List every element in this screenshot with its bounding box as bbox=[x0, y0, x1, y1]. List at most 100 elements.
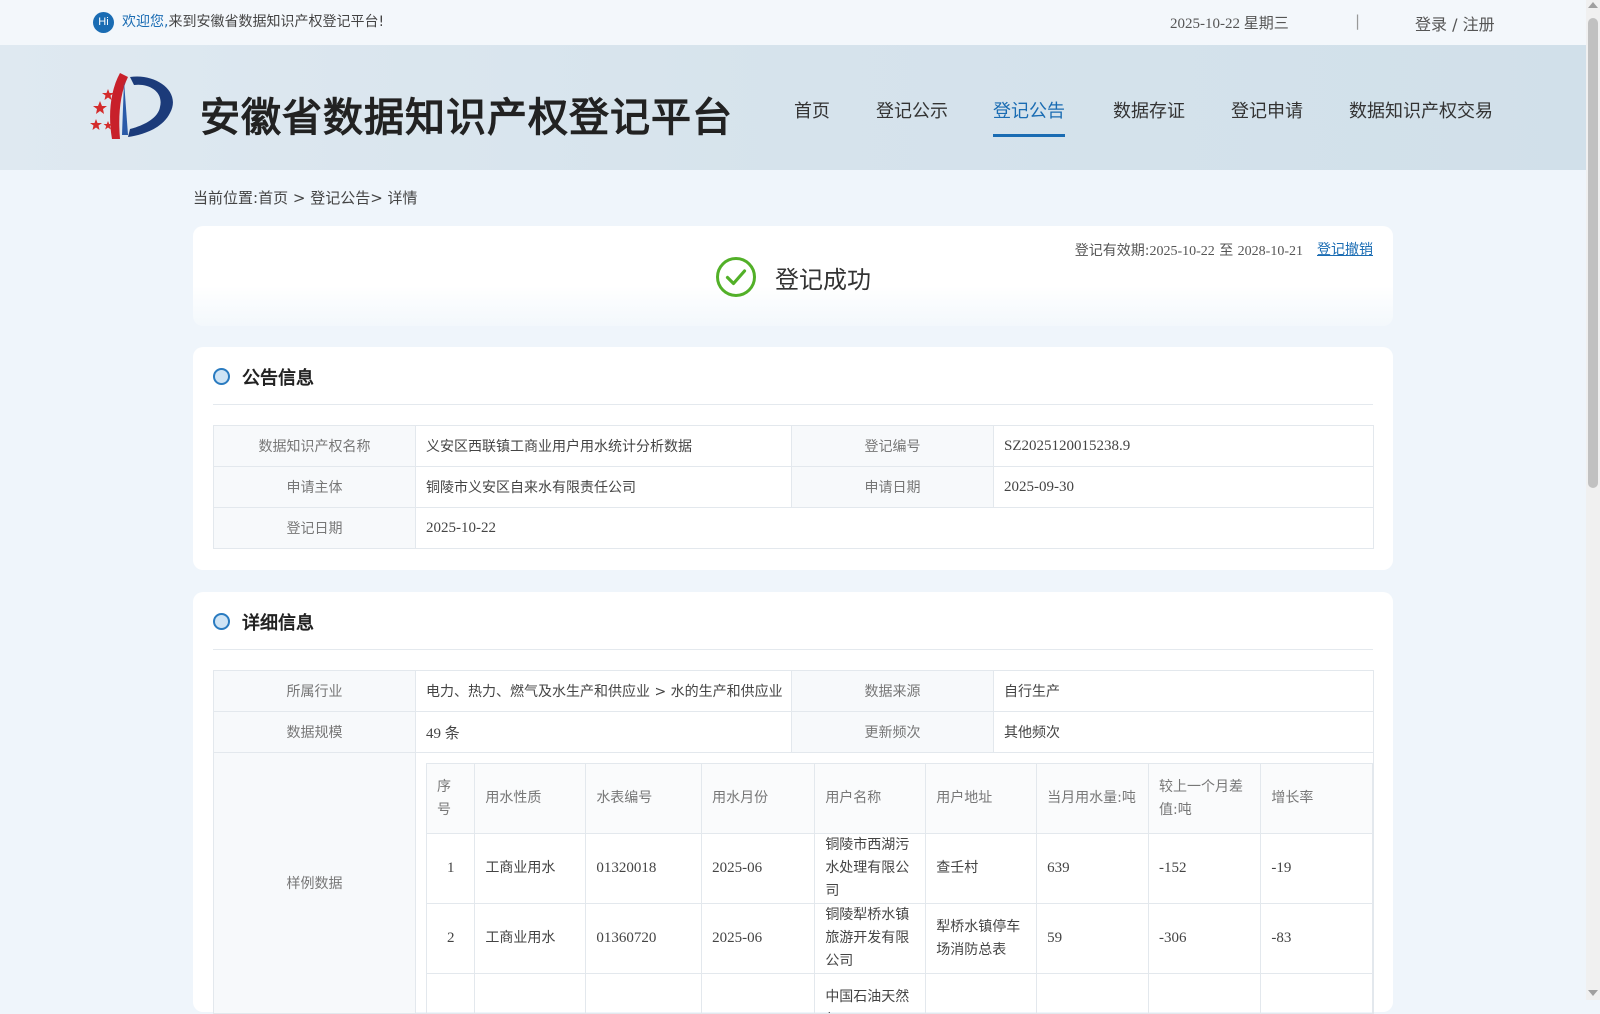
reg-no-label: 登记编号 bbox=[791, 425, 994, 467]
sample-cell bbox=[701, 973, 816, 1013]
breadcrumb-current: 详情 bbox=[387, 189, 418, 207]
register-link[interactable]: 注册 bbox=[1463, 15, 1495, 34]
sample-cell bbox=[1260, 973, 1373, 1013]
top-bar: Hi 欢迎您,来到安徽省数据知识产权登记平台! 2025-10-22 星期三 |… bbox=[0, 0, 1586, 45]
sample-cell: 2025-06 bbox=[701, 833, 816, 904]
sample-data-table: 序号 用水性质 水表编号 用水月份 用户名称 用户地址 当月用水量:吨 较上一个… bbox=[425, 763, 1373, 1013]
hi-icon: Hi bbox=[93, 12, 114, 33]
reg-date-label: 登记日期 bbox=[213, 507, 416, 549]
table-row: 数据知识产权名称 义安区西联镇工商业用户用水统计分析数据 登记编号 SZ2025… bbox=[213, 425, 1374, 467]
scroll-up-arrow-icon[interactable] bbox=[1588, 2, 1598, 8]
sample-cell bbox=[474, 973, 587, 1013]
nav-registration-publicity[interactable]: 登记公示 bbox=[876, 97, 948, 123]
sample-cell bbox=[585, 973, 703, 1013]
sample-data-cell: 序号 用水性质 水表编号 用水月份 用户名称 用户地址 当月用水量:吨 较上一个… bbox=[415, 752, 1374, 1014]
sample-cell: 铜陵市西湖污水处理有限公司 bbox=[814, 833, 927, 904]
nav-ip-trading[interactable]: 数据知识产权交易 bbox=[1349, 97, 1493, 123]
nav-active-indicator bbox=[993, 134, 1065, 137]
page-scrollbar[interactable] bbox=[1586, 0, 1600, 1000]
sample-cell: 2025-06 bbox=[701, 903, 816, 974]
sample-cell: 639 bbox=[1036, 833, 1149, 904]
detail-table: 所属行业 电力、热力、燃气及水生产和供应业 > 水的生产和供应业 数据来源 自行… bbox=[213, 670, 1374, 1014]
sample-cell: 2 bbox=[425, 903, 476, 974]
welcome-highlight: 欢迎您, bbox=[122, 14, 169, 30]
industry-value: 电力、热力、燃气及水生产和供应业 > 水的生产和供应业 bbox=[415, 670, 792, 712]
sample-header-cell: 水表编号 bbox=[585, 763, 703, 834]
sample-cell: -152 bbox=[1147, 833, 1262, 904]
reg-no-value: SZ2025120015238.9 bbox=[993, 425, 1374, 467]
sample-header-cell: 较上一个月差值:吨 bbox=[1147, 763, 1262, 834]
sample-row: 2 工商业用水 01360720 2025-06 铜陵犁桥水镇旅游开发有限公司 … bbox=[425, 903, 1373, 974]
breadcrumb-separator: > bbox=[288, 189, 311, 207]
sample-cell: 中国石油天然气 bbox=[814, 973, 927, 1013]
apply-date-label: 申请日期 bbox=[791, 466, 994, 508]
current-date: 2025-10-22 星期三 bbox=[1170, 16, 1289, 32]
sample-cell bbox=[1147, 973, 1262, 1013]
sample-cell: 工商业用水 bbox=[474, 903, 587, 974]
nav-home[interactable]: 首页 bbox=[794, 97, 830, 123]
announcement-section: 公告信息 数据知识产权名称 义安区西联镇工商业用户用水统计分析数据 登记编号 S… bbox=[193, 347, 1393, 570]
source-value: 自行生产 bbox=[993, 670, 1374, 712]
section-title: 详细信息 bbox=[242, 613, 314, 634]
sample-header-cell: 用户名称 bbox=[814, 763, 927, 834]
applicant-value: 铜陵市义安区自来水有限责任公司 bbox=[415, 466, 792, 508]
nav-registration-announcement[interactable]: 登记公告 bbox=[993, 97, 1065, 123]
sample-cell: 01320018 bbox=[585, 833, 703, 904]
sample-header-cell: 序号 bbox=[425, 763, 476, 834]
source-label: 数据来源 bbox=[791, 670, 994, 712]
nav-data-evidence[interactable]: 数据存证 bbox=[1113, 97, 1185, 123]
sample-cell bbox=[925, 973, 1038, 1013]
sample-cell: 犁桥水镇停车场消防总表 bbox=[925, 903, 1038, 974]
table-row: 申请主体 铜陵市义安区自来水有限责任公司 申请日期 2025-09-30 bbox=[213, 466, 1374, 508]
sample-header-row: 序号 用水性质 水表编号 用水月份 用户名称 用户地址 当月用水量:吨 较上一个… bbox=[425, 763, 1373, 834]
welcome-text: 来到安徽省数据知识产权登记平台! bbox=[168, 14, 385, 30]
applicant-label: 申请主体 bbox=[213, 466, 416, 508]
auth-separator: / bbox=[1447, 15, 1463, 34]
welcome-message: 欢迎您,来到安徽省数据知识产权登记平台! bbox=[122, 12, 384, 32]
login-link[interactable]: 登录 bbox=[1415, 15, 1447, 34]
sample-cell bbox=[1036, 973, 1149, 1013]
table-row: 登记日期 2025-10-22 bbox=[213, 507, 1374, 549]
scrollbar-thumb[interactable] bbox=[1588, 18, 1598, 488]
sample-cell: 01360720 bbox=[585, 903, 703, 974]
revoke-registration-link[interactable]: 登记撤销 bbox=[1317, 239, 1373, 259]
ip-name-label: 数据知识产权名称 bbox=[213, 425, 416, 467]
sample-data-scroll-area[interactable]: 序号 用水性质 水表编号 用水月份 用户名称 用户地址 当月用水量:吨 较上一个… bbox=[416, 753, 1373, 1013]
sample-cell: 59 bbox=[1036, 903, 1149, 974]
industry-label: 所属行业 bbox=[213, 670, 416, 712]
sample-header-cell: 当月用水量:吨 bbox=[1036, 763, 1149, 834]
table-row: 数据规模 49 条 更新频次 其他频次 bbox=[213, 711, 1374, 753]
sample-cell: -306 bbox=[1147, 903, 1262, 974]
topbar-divider: | bbox=[1355, 12, 1361, 30]
breadcrumb-home[interactable]: 首页 bbox=[258, 189, 288, 207]
platform-logo[interactable] bbox=[90, 71, 178, 141]
scroll-down-arrow-icon[interactable] bbox=[1588, 990, 1598, 996]
validity-to: 2028-10-21 bbox=[1237, 244, 1303, 259]
sample-row: 1 工商业用水 01320018 2025-06 铜陵市西湖污水处理有限公司 查… bbox=[425, 833, 1373, 904]
section-bullet-icon bbox=[213, 368, 230, 385]
sample-cell: 铜陵犁桥水镇旅游开发有限公司 bbox=[814, 903, 927, 974]
ip-name-value: 义安区西联镇工商业用户用水统计分析数据 bbox=[415, 425, 792, 467]
sample-cell: 1 bbox=[425, 833, 476, 904]
breadcrumb: 当前位置:首页 > 登记公告> 详情 bbox=[193, 187, 418, 208]
sample-cell bbox=[425, 973, 476, 1013]
registration-status-card: 登记成功 登记有效期:2025-10-22 至 2028-10-21 登记撤销 bbox=[193, 226, 1393, 326]
frequency-label: 更新频次 bbox=[791, 711, 994, 753]
sample-row: 中国石油天然气 bbox=[425, 973, 1373, 1013]
auth-links: 登录 / 注册 bbox=[1415, 11, 1495, 35]
table-row: 样例数据 序号 用水性质 水表编号 用水月份 用户名称 用户地址 当月用水量:吨… bbox=[213, 752, 1374, 1014]
frequency-value: 其他频次 bbox=[993, 711, 1374, 753]
section-divider bbox=[213, 404, 1373, 405]
status-text: 登记成功 bbox=[775, 266, 871, 294]
section-title: 公告信息 bbox=[242, 368, 314, 389]
sample-cell: 工商业用水 bbox=[474, 833, 587, 904]
scale-label: 数据规模 bbox=[213, 711, 416, 753]
sample-cell: -19 bbox=[1260, 833, 1373, 904]
apply-date-value: 2025-09-30 bbox=[993, 466, 1374, 508]
sample-header-cell: 用水性质 bbox=[474, 763, 587, 834]
detail-section: 详细信息 所属行业 电力、热力、燃气及水生产和供应业 > 水的生产和供应业 数据… bbox=[193, 592, 1393, 1014]
breadcrumb-section[interactable]: 登记公告 bbox=[310, 189, 370, 207]
scale-value: 49 条 bbox=[415, 711, 792, 753]
validity-period: 登记有效期:2025-10-22 至 2028-10-21 bbox=[1075, 240, 1303, 260]
nav-registration-apply[interactable]: 登记申请 bbox=[1231, 97, 1303, 123]
